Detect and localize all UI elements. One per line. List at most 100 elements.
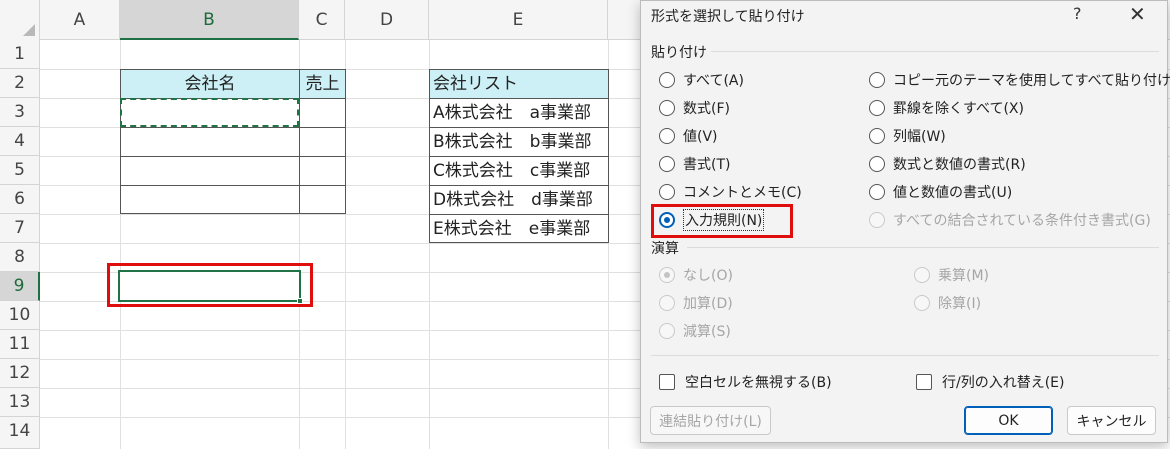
option-label: 数式と数値の書式(R): [893, 157, 1026, 173]
row-header-8[interactable]: 8: [0, 243, 40, 272]
ok-button[interactable]: OK: [964, 406, 1053, 435]
radio-op-multiply[interactable]: 乗算(M): [914, 263, 989, 287]
radio-paste-merged-conditional-formats[interactable]: すべての結合されている条件付き書式(G): [869, 208, 1151, 232]
row-header-10[interactable]: 10: [0, 301, 40, 330]
radio-paste-all[interactable]: すべて(A): [659, 68, 744, 92]
radio-circle-icon: [869, 212, 885, 228]
row-header-12[interactable]: 12: [0, 359, 40, 388]
help-icon[interactable]: ?: [1073, 4, 1082, 23]
cell-e6-list-item[interactable]: D株式会社 d事業部: [429, 185, 609, 215]
section-divider: [711, 51, 1159, 52]
row-header-9[interactable]: 9: [0, 272, 40, 301]
highlight-box-b9: [107, 263, 313, 307]
dialog-title: 形式を選択して貼り付け: [651, 9, 805, 25]
radio-op-divide[interactable]: 除算(I): [914, 291, 981, 315]
option-label: 罫線を除くすべて(X): [893, 101, 1024, 117]
row-header-5[interactable]: 5: [0, 156, 40, 185]
checkbox-skip-blanks[interactable]: 空白セルを無視する(B): [659, 370, 832, 394]
option-label: 値(V): [683, 129, 718, 145]
row-header-11[interactable]: 11: [0, 330, 40, 359]
option-label: 数式(F): [683, 101, 730, 117]
checkbox-icon: [659, 374, 675, 390]
radio-paste-formats[interactable]: 書式(T): [659, 152, 730, 176]
option-label: すべての結合されている条件付き書式(G): [893, 213, 1151, 229]
operation-section-label: 演算: [651, 241, 679, 257]
radio-circle-icon: [869, 184, 885, 200]
radio-circle-icon: [659, 184, 675, 200]
cell-b4[interactable]: [120, 127, 300, 157]
radio-circle-icon: [869, 128, 885, 144]
cell-e3-list-item[interactable]: A株式会社 a事業部: [429, 98, 609, 128]
radio-circle-icon: [659, 323, 675, 339]
radio-circle-icon: [869, 156, 885, 172]
select-all-corner[interactable]: [0, 0, 40, 40]
cell-e4-list-item[interactable]: B株式会社 b事業部: [429, 127, 609, 157]
radio-selected-icon: [659, 267, 675, 283]
radio-paste-formulas[interactable]: 数式(F): [659, 96, 730, 120]
cell-b5[interactable]: [120, 156, 300, 186]
row-header-3[interactable]: 3: [0, 98, 40, 127]
radio-op-none[interactable]: なし(O): [659, 263, 733, 287]
option-label: 書式(T): [683, 157, 731, 173]
radio-circle-icon: [659, 72, 675, 88]
paste-special-dialog: 形式を選択して貼り付け ? ✕ 貼り付け すべて(A) 数式(F) 値(V) 書…: [640, 0, 1170, 443]
option-label: コピー元のテーマを使用してすべて貼り付け(H): [893, 73, 1170, 89]
radio-circle-icon: [869, 72, 885, 88]
cell-c4[interactable]: [299, 127, 346, 157]
row-header-7[interactable]: 7: [0, 214, 40, 243]
option-label: 減算(S): [683, 324, 731, 340]
section-divider: [651, 355, 1159, 356]
column-header-c[interactable]: C: [299, 0, 345, 40]
highlight-box-validation: [651, 204, 793, 238]
cell-b2-company-header[interactable]: 会社名: [120, 69, 300, 99]
column-header-b[interactable]: B: [120, 0, 299, 40]
option-label: すべて(A): [683, 73, 744, 89]
paste-section-label: 貼り付け: [651, 45, 707, 61]
cell-c2-sales-header[interactable]: 売上: [299, 69, 346, 99]
option-label: なし(O): [683, 268, 733, 284]
row-header-14[interactable]: 14: [0, 417, 40, 449]
cell-e7-list-item[interactable]: E株式会社 e事業部: [429, 214, 609, 243]
cell-c3[interactable]: [299, 98, 346, 128]
radio-circle-icon: [914, 267, 930, 283]
radio-paste-values-number-formats[interactable]: 値と数値の書式(U): [869, 180, 1012, 204]
cell-c5[interactable]: [299, 156, 346, 186]
row-header-1[interactable]: 1: [0, 40, 40, 69]
radio-circle-icon: [914, 295, 930, 311]
checkbox-icon: [916, 374, 932, 390]
column-header-e[interactable]: E: [429, 0, 608, 40]
radio-paste-all-source-theme[interactable]: コピー元のテーマを使用してすべて貼り付け(H): [869, 68, 1170, 92]
column-header-f[interactable]: [608, 0, 640, 40]
cell-e5-list-item[interactable]: C株式会社 c事業部: [429, 156, 609, 186]
radio-paste-values[interactable]: 値(V): [659, 124, 718, 148]
checkbox-transpose[interactable]: 行/列の入れ替え(E): [916, 370, 1065, 394]
option-label: 値と数値の書式(U): [893, 185, 1013, 201]
checkbox-label: 空白セルを無視する(B): [685, 375, 832, 391]
close-icon[interactable]: ✕: [1129, 2, 1146, 26]
section-divider: [687, 247, 1159, 248]
option-label: 列幅(W): [893, 129, 946, 145]
row-header-6[interactable]: 6: [0, 185, 40, 214]
radio-paste-column-widths[interactable]: 列幅(W): [869, 124, 946, 148]
radio-op-add[interactable]: 加算(D): [659, 291, 733, 315]
column-header-d[interactable]: D: [345, 0, 429, 40]
radio-circle-icon: [659, 156, 675, 172]
copy-marquee-b3: [120, 98, 299, 127]
option-label: 乗算(M): [938, 268, 990, 284]
radio-paste-all-except-borders[interactable]: 罫線を除くすべて(X): [869, 96, 1024, 120]
cell-e2-list-header[interactable]: 会社リスト: [429, 69, 609, 99]
cancel-button[interactable]: キャンセル: [1067, 406, 1156, 435]
paste-link-button[interactable]: 連結貼り付け(L): [650, 406, 771, 435]
radio-paste-formulas-number-formats[interactable]: 数式と数値の書式(R): [869, 152, 1026, 176]
radio-paste-comments[interactable]: コメントとメモ(C): [659, 180, 802, 204]
radio-circle-icon: [659, 295, 675, 311]
cell-c6[interactable]: [299, 185, 346, 214]
checkbox-label: 行/列の入れ替え(E): [942, 375, 1065, 391]
row-header-13[interactable]: 13: [0, 388, 40, 417]
row-header-4[interactable]: 4: [0, 127, 40, 156]
cell-b6[interactable]: [120, 185, 300, 214]
column-header-a[interactable]: A: [40, 0, 120, 40]
radio-op-subtract[interactable]: 減算(S): [659, 319, 731, 343]
row-header-2[interactable]: 2: [0, 69, 40, 98]
option-label: コメントとメモ(C): [683, 185, 802, 201]
